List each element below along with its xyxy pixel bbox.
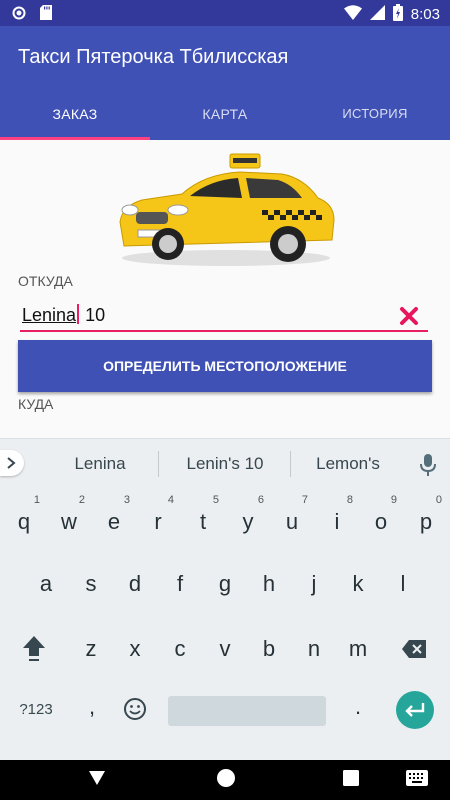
symbols-key[interactable]: ?123	[10, 685, 62, 739]
battery-icon	[392, 4, 403, 25]
key-l[interactable]: l	[381, 557, 425, 611]
tab-history-label: ИСТОРИЯ	[342, 106, 408, 121]
sd-card-icon	[40, 5, 52, 25]
key-w[interactable]: w2	[47, 494, 91, 549]
back-icon[interactable]	[88, 769, 106, 792]
spacebar[interactable]	[168, 696, 326, 726]
home-icon[interactable]	[216, 768, 236, 793]
from-address-field[interactable]: Lenina 10	[20, 300, 428, 332]
notification-circle-icon	[12, 6, 26, 25]
status-time: 8:03	[410, 6, 440, 23]
tab-bar: ЗАКАЗ КАРТА ИСТОРИЯ	[0, 92, 450, 140]
enter-icon	[405, 703, 425, 717]
signal-icon	[369, 5, 385, 24]
key-m[interactable]: m	[336, 622, 380, 676]
key-a[interactable]: a	[24, 557, 68, 611]
suggestion-divider	[290, 451, 291, 477]
key-x[interactable]: x	[113, 622, 157, 676]
backspace-icon	[402, 640, 426, 658]
key-z[interactable]: z	[69, 622, 113, 676]
system-nav-bar	[0, 760, 450, 800]
tab-history[interactable]: ИСТОРИЯ	[300, 92, 450, 140]
key-row-2: a s d f g h j k l	[0, 557, 450, 611]
key-period[interactable]: .	[336, 685, 380, 739]
backspace-key[interactable]	[392, 622, 436, 676]
key-n[interactable]: n	[292, 622, 336, 676]
key-s[interactable]: s	[69, 557, 113, 611]
key-row-4: ?123 , .	[0, 685, 450, 739]
composing-text: Lenina	[22, 305, 77, 325]
text-cursor	[77, 304, 80, 324]
key-o[interactable]: o9	[359, 494, 403, 549]
suggestion-divider	[158, 451, 159, 477]
expand-suggestions-button[interactable]	[0, 450, 24, 476]
order-form: ОТКУДА Lenina 10 ОПРЕДЕЛИТЬ МЕСТОПОЛОЖЕН…	[0, 140, 450, 438]
key-d[interactable]: d	[113, 557, 157, 611]
key-p[interactable]: p0	[404, 494, 448, 549]
key-f[interactable]: f	[158, 557, 202, 611]
wifi-icon	[343, 5, 362, 24]
soft-keyboard: Lenina Lenin's 10 Lemon's q1 w2 e3 r4 t5…	[0, 438, 450, 760]
status-bar: 8:03	[0, 0, 450, 26]
tab-map-label: КАРТА	[202, 106, 248, 122]
key-t[interactable]: t5	[181, 494, 225, 549]
shift-key[interactable]	[12, 622, 56, 676]
enter-key[interactable]	[396, 691, 434, 729]
suggestion-2[interactable]: Lenin's 10	[170, 454, 280, 474]
mic-icon[interactable]	[419, 453, 437, 477]
key-h[interactable]: h	[247, 557, 291, 611]
to-label: КУДА	[18, 396, 54, 412]
app-bar: Такси Пятерочка Тбилисская ЗАКАЗ КАРТА И…	[0, 26, 450, 140]
clear-icon[interactable]	[398, 305, 420, 327]
key-r[interactable]: r4	[136, 494, 180, 549]
shift-icon	[23, 636, 45, 661]
key-j[interactable]: j	[292, 557, 336, 611]
locate-me-button[interactable]: ОПРЕДЕЛИТЬ МЕСТОПОЛОЖЕНИЕ	[18, 340, 432, 392]
key-k[interactable]: k	[336, 557, 380, 611]
suggestion-strip: Lenina Lenin's 10 Lemon's	[0, 439, 450, 489]
key-y[interactable]: y6	[226, 494, 270, 549]
key-i[interactable]: i8	[315, 494, 359, 549]
tab-order-label: ЗАКАЗ	[52, 106, 98, 122]
app-title: Такси Пятерочка Тбилисская	[18, 46, 289, 68]
recents-icon[interactable]	[343, 770, 359, 791]
suggestion-1[interactable]: Lenina	[58, 454, 142, 474]
emoji-icon	[124, 698, 146, 720]
key-g[interactable]: g	[203, 557, 247, 611]
tab-map[interactable]: КАРТА	[150, 92, 300, 140]
chevron-right-icon	[7, 457, 16, 469]
taxi-car-image	[112, 150, 340, 270]
key-u[interactable]: u7	[270, 494, 314, 549]
key-e[interactable]: e3	[92, 494, 136, 549]
key-row-1: q1 w2 e3 r4 t5 y6 u7 i8 o9 p0	[0, 494, 450, 549]
key-q[interactable]: q1	[2, 494, 46, 549]
key-row-3: z x c v b n m	[0, 622, 450, 676]
key-c[interactable]: c	[158, 622, 202, 676]
key-v[interactable]: v	[203, 622, 247, 676]
keyboard-switch-icon[interactable]	[406, 770, 428, 791]
tab-order[interactable]: ЗАКАЗ	[0, 92, 150, 140]
trailing-text: 10	[80, 305, 106, 325]
from-label: ОТКУДА	[18, 273, 73, 289]
key-comma[interactable]: ,	[70, 685, 114, 739]
screen: 8:03 Такси Пятерочка Тбилисская ЗАКАЗ КА…	[0, 0, 450, 800]
emoji-key[interactable]	[113, 685, 157, 739]
key-b[interactable]: b	[247, 622, 291, 676]
from-address-value[interactable]: Lenina 10	[22, 304, 105, 326]
suggestion-3[interactable]: Lemon's	[302, 454, 394, 474]
